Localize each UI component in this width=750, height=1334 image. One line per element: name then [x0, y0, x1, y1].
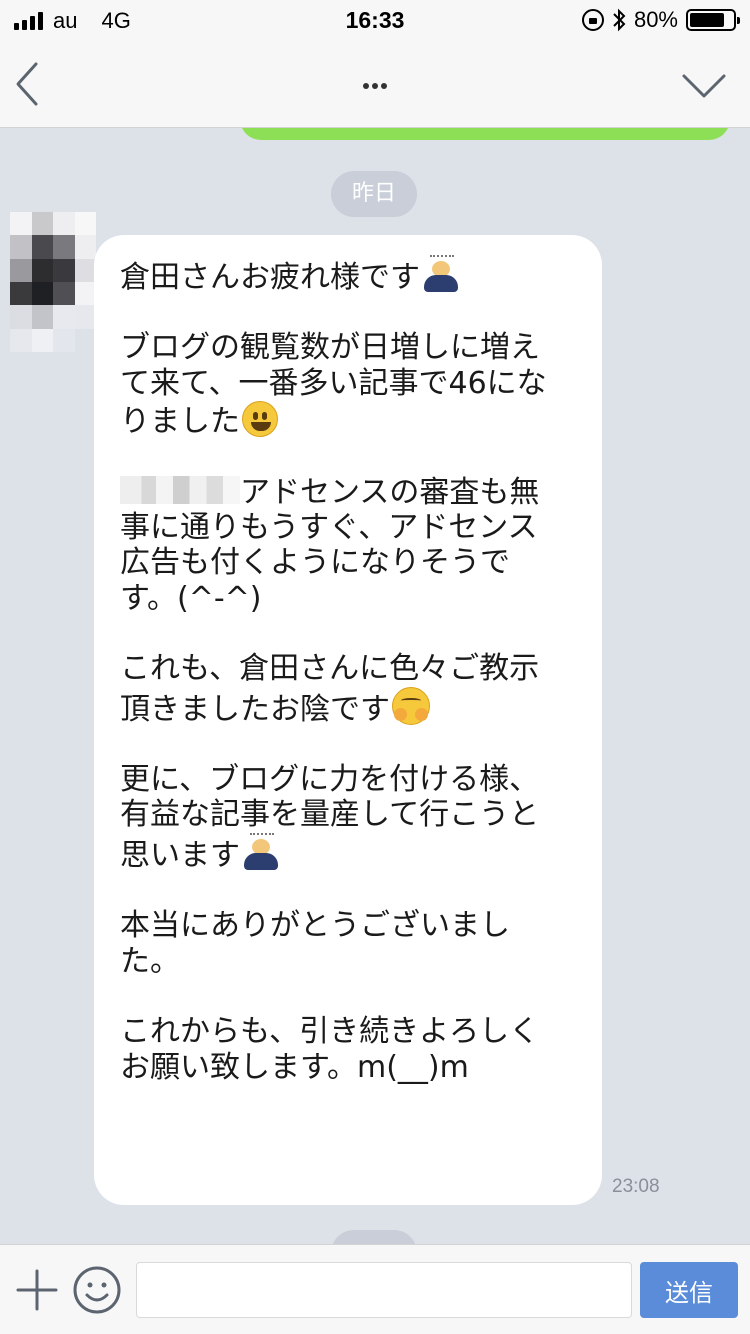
bowing-person-icon: [422, 255, 460, 293]
message-paragraph: 倉田さんお疲れ様です: [120, 255, 576, 295]
avatar[interactable]: [10, 212, 96, 352]
message-text: て来て、一番多い記事で46にな: [120, 365, 547, 401]
message-paragraph: 本当にありがとうございまし た。: [120, 908, 576, 979]
message-paragraph: これからも、引き続きよろしく お願い致します。m(__)m: [120, 1014, 576, 1085]
more-icon[interactable]: [350, 66, 400, 106]
battery-fill: [690, 13, 724, 27]
chevron-left-icon[interactable]: [14, 60, 44, 108]
message-text: 本当にありがとうございまし: [120, 908, 510, 944]
message-text: これからも、引き続きよろしく: [120, 1014, 540, 1050]
message-text: 倉田さんお疲れ様です: [120, 260, 420, 295]
message-text: ブログの観覧数が日増しに増え: [120, 330, 540, 366]
message-text: これも、倉田さんに色々ご教示: [120, 651, 540, 687]
chevron-down-icon[interactable]: [680, 68, 728, 104]
received-message-bubble[interactable]: 倉田さんお疲れ様です ブログの観覧数が日増しに増え て来て、一番多い記事で46に…: [94, 235, 602, 1205]
next-date-divider: [331, 1230, 417, 1244]
message-text: 有益な記事を量産して行こうと: [120, 797, 540, 833]
message-paragraph: ブログの観覧数が日増しに増え て来て、一番多い記事で46にな りました: [120, 330, 576, 439]
rotation-lock-icon: [581, 9, 604, 31]
date-divider: 昨日: [331, 171, 417, 217]
message-input[interactable]: [136, 1262, 632, 1318]
message-text: お願い致します。m(__)m: [120, 1049, 469, 1085]
message-paragraph: これも、倉田さんに色々ご教示 頂きましたお陰です: [120, 651, 576, 727]
chat-area[interactable]: 昨日 倉田さんお疲れ様です ブログの観覧数が日増しに増え て来て、一番多い記事で…: [0, 128, 750, 1244]
status-bar: au 4G 16:33 80%: [0, 0, 750, 40]
status-right: 80%: [581, 7, 740, 33]
battery-icon: [686, 9, 740, 31]
bowing-person-icon: [242, 832, 280, 871]
message-text: す。(^-^): [120, 580, 262, 616]
message-text: 更に、ブログに力を付ける様、: [120, 762, 540, 798]
message-text: アドセンスの審査も無: [240, 474, 540, 510]
emoji-icon[interactable]: [72, 1265, 122, 1315]
message-text: た。: [120, 943, 180, 979]
message-text: 頂きましたお陰です: [120, 691, 390, 727]
hugging-face-icon: [392, 686, 430, 725]
message-text: 広告も付くようになりそうで: [120, 545, 510, 581]
plus-icon[interactable]: [14, 1267, 60, 1313]
message-text: 事に通りもうすぐ、アドセンス: [120, 510, 538, 546]
input-bar: 送信: [0, 1244, 750, 1334]
bluetooth-icon: [613, 8, 626, 32]
grinning-face-icon: [242, 401, 278, 438]
message-paragraph: 更に、ブログに力を付ける様、 有益な記事を量産して行こうと 思います: [120, 762, 576, 873]
message-text: りました: [120, 404, 240, 440]
redacted-text-mosaic: [120, 475, 240, 504]
message-text: 思います: [120, 837, 240, 873]
message-paragraph: アドセンスの審査も無 事に通りもうすぐ、アドセンス 広告も付くようになりそうで …: [120, 475, 576, 617]
previous-own-message-bubble[interactable]: [240, 128, 730, 140]
send-button[interactable]: 送信: [640, 1262, 738, 1318]
message-timestamp: 23:08: [612, 1176, 660, 1197]
battery-percent: 80%: [633, 7, 678, 32]
nav-bar: [0, 40, 750, 128]
